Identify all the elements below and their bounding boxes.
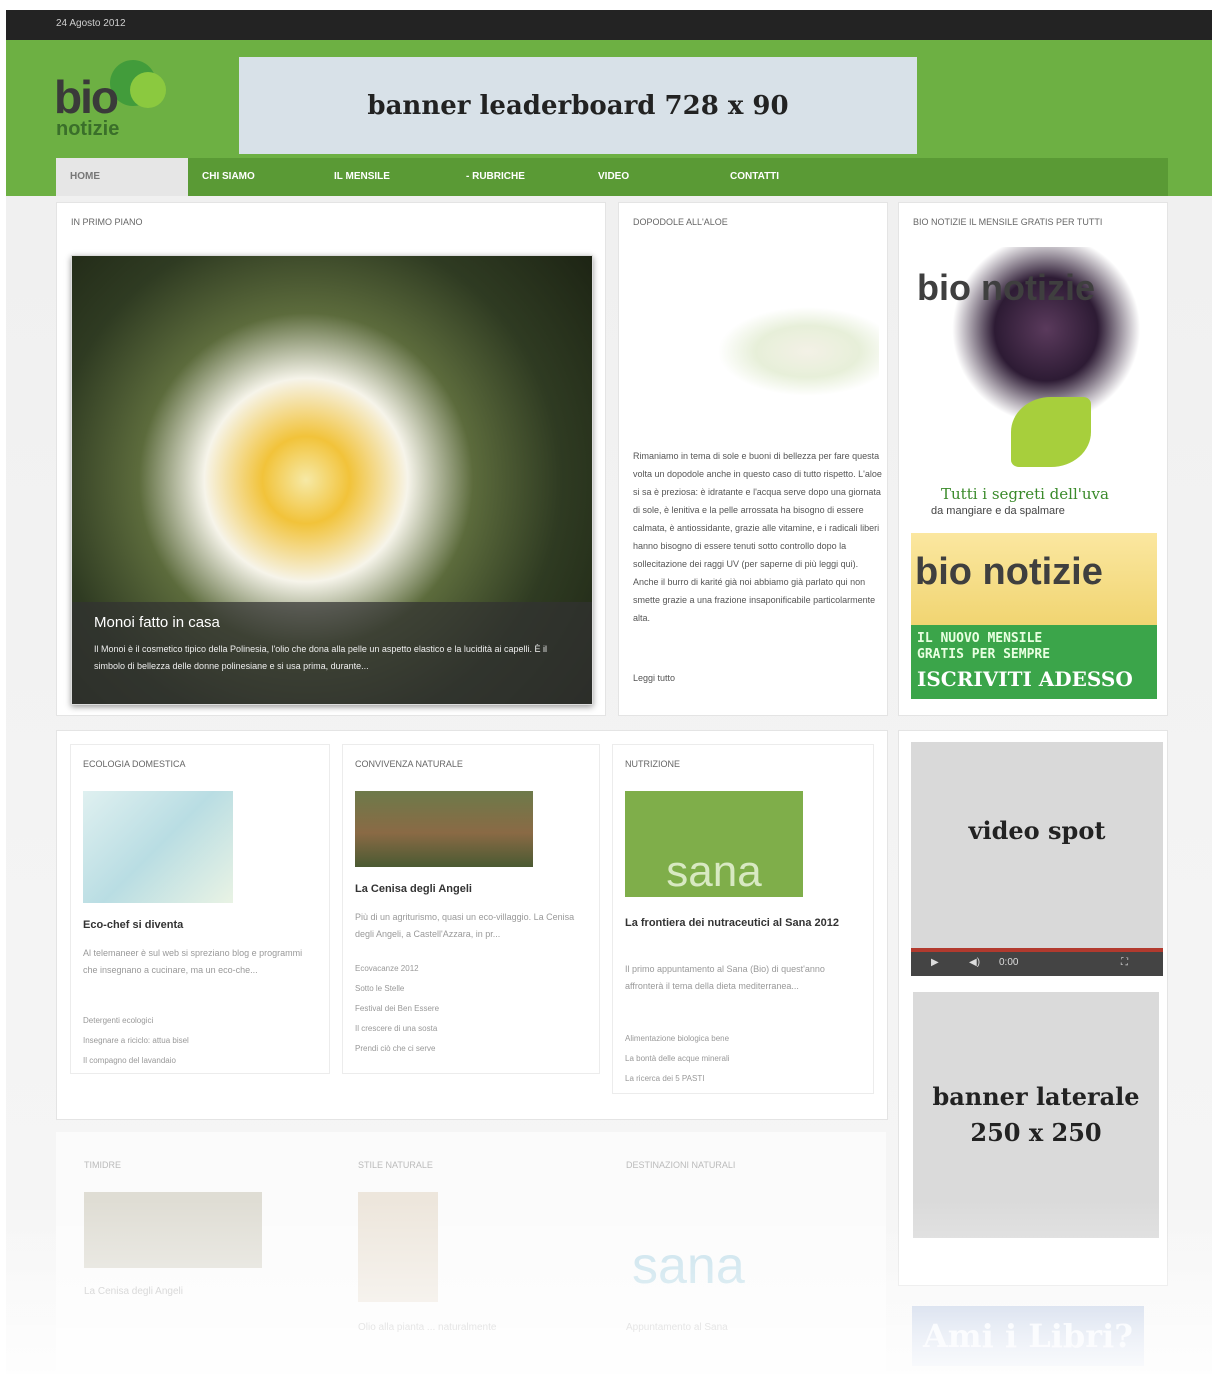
logo-bio-text: bio — [54, 71, 119, 123]
logo-notizie-text: notizie — [56, 118, 120, 140]
dopodole-title: DOPODOLE ALL'ALOE — [633, 217, 728, 227]
category-excerpt: Il primo appuntamento al Sana (Bio) di q… — [625, 964, 825, 991]
nav-item-il-mensile[interactable]: IL MENSILE — [320, 158, 452, 196]
subscribe-ad-band: IL NUOVO MENSILE GRATIS PER SEMPRE ISCRI… — [911, 625, 1157, 699]
volume-icon[interactable]: ◀) — [969, 957, 980, 968]
play-icon[interactable]: ▶ — [931, 957, 939, 968]
primo-piano-title: IN PRIMO PIANO — [71, 217, 143, 227]
subscribe-ad-line2: GRATIS PER SEMPRE — [917, 647, 1051, 662]
current-date: 24 Agosto 2012 — [56, 18, 126, 29]
category-excerpt: Al telemaneer è sul web si spreziano blo… — [83, 948, 303, 975]
top-bar: 24 Agosto 2012 — [6, 10, 1212, 40]
ami-i-libri-label: Ami i Libri? — [922, 1317, 1134, 1355]
nav-item-chi-siamo[interactable]: CHI SIAMO — [188, 158, 320, 196]
leaderboard-banner[interactable]: banner leaderboard 728 x 90 — [239, 57, 917, 154]
category-headline[interactable]: Olio alla pianta ... naturalmente — [358, 1322, 496, 1333]
category-title: ECOLOGIA DOMESTICA — [83, 759, 186, 769]
list-item[interactable]: Ecovacanze 2012 — [355, 959, 591, 979]
subscribe-ad-line1: IL NUOVO MENSILE — [917, 631, 1043, 646]
grapes-ad-subtitle: da mangiare e da spalmare — [931, 505, 1065, 517]
list-item[interactable]: Detergenti ecologici — [83, 1011, 319, 1031]
list-item[interactable]: Alimentazione biologica bene — [625, 1029, 861, 1049]
category-title: NUTRIZIONE — [625, 759, 680, 769]
primo-piano-panel: IN PRIMO PIANO Monoi fatto in casa Il Mo… — [56, 202, 606, 716]
feature-image[interactable]: Monoi fatto in casa Il Monoi è il cosmet… — [71, 255, 593, 705]
video-player[interactable]: video spot ▶ ◀) 0:00 ⛶ — [911, 742, 1163, 976]
category-box-convivenza: CONVIVENZA NATURALE La Cenisa degli Ange… — [342, 744, 600, 1074]
side-banner[interactable]: banner laterale 250 x 250 — [913, 992, 1159, 1238]
site-logo[interactable]: bio notizie — [54, 58, 174, 148]
logo-leaf-icon — [130, 72, 166, 108]
nav-item-rubriche[interactable]: - RUBRICHE — [452, 158, 584, 196]
list-item[interactable]: Prendi ciò che ci serve — [355, 1039, 591, 1059]
side-banner-label: banner laterale 250 x 250 — [932, 1079, 1139, 1151]
category-title: CONVIVENZA NATURALE — [355, 759, 463, 769]
side-banner-line2: 250 x 250 — [970, 1118, 1102, 1147]
side-banner-line1: banner laterale — [932, 1082, 1140, 1111]
category-excerpt: Più di un agriturismo, quasi un eco-vill… — [355, 912, 575, 939]
nav-item-contatti[interactable]: CONTATTI — [716, 158, 848, 196]
category-headline[interactable]: La Cenisa degli Angeli — [84, 1286, 183, 1297]
subscribe-cta[interactable]: ISCRIVITI ADESSO — [917, 667, 1151, 691]
category-box-nutrizione: NUTRIZIONE sana La frontiera dei nutrace… — [612, 744, 874, 1094]
category-thumbnail[interactable] — [355, 791, 533, 867]
category-box-ecologia: ECOLOGIA DOMESTICA Eco-chef si diventa A… — [70, 744, 330, 1074]
grapes-ad-brand: bio notizie — [917, 267, 1095, 308]
video-spot-label: video spot — [968, 816, 1106, 845]
main-nav: HOME CHI SIAMO IL MENSILE - RUBRICHE VID… — [56, 158, 1168, 196]
category-title: STILE NATURALE — [358, 1160, 433, 1170]
video-controls: ▶ ◀) 0:00 ⛶ — [911, 948, 1163, 976]
nav-item-video[interactable]: VIDEO — [584, 158, 716, 196]
grapes-ad[interactable]: bio notizie Tutti i segreti dell'uva da … — [911, 247, 1157, 521]
category-thumbnail[interactable] — [83, 791, 233, 903]
sidebar-title: BIO NOTIZIE IL MENSILE GRATIS PER TUTTI — [913, 217, 1103, 227]
read-more-link[interactable]: Leggi tutto — [633, 673, 675, 683]
sana-logo-text: sana — [666, 847, 762, 896]
ami-i-libri-banner[interactable]: Ami i Libri? — [912, 1306, 1144, 1366]
category-headline[interactable]: Eco-chef si diventa — [83, 919, 183, 931]
nav-item-home[interactable]: HOME — [56, 158, 188, 196]
subscribe-ad-brand: bio notizie — [915, 551, 1103, 593]
list-item[interactable]: Sotto le Stelle — [355, 979, 591, 999]
list-item[interactable]: Il compagno del lavandaio — [83, 1051, 319, 1071]
category-headline[interactable]: La frontiera dei nutraceutici al Sana 20… — [625, 915, 845, 932]
list-item[interactable]: La bontà delle acque minerali — [625, 1049, 861, 1069]
sidebar-panel: BIO NOTIZIE IL MENSILE GRATIS PER TUTTI … — [898, 202, 1168, 716]
category-thumbnail[interactable] — [84, 1192, 262, 1268]
feature-headline[interactable]: Monoi fatto in casa — [94, 614, 570, 631]
category-links: Ecovacanze 2012 Sotto le Stelle Festival… — [355, 959, 591, 1059]
category-links: Detergenti ecologici Insegnare a riciclo… — [83, 1011, 319, 1071]
category-title: TIMIDRE — [84, 1160, 121, 1170]
video-progress[interactable] — [911, 948, 1163, 952]
category-links: Alimentazione biologica bene La bontà de… — [625, 1029, 861, 1089]
leaderboard-banner-label: banner leaderboard 728 x 90 — [367, 90, 789, 121]
dopodole-text: Rimaniamo in tema di sole e buoni di bel… — [633, 451, 882, 623]
dopodole-panel: DOPODOLE ALL'ALOE Rimaniamo in tema di s… — [618, 202, 888, 716]
list-item[interactable]: Festival dei Ben Essere — [355, 999, 591, 1019]
aloe-image[interactable] — [641, 269, 879, 419]
feature-caption: Monoi fatto in casa Il Monoi è il cosmet… — [72, 602, 592, 704]
grapes-ad-tagline: Tutti i segreti dell'uva — [941, 485, 1109, 503]
grape-leaf-icon — [1011, 397, 1091, 467]
list-item[interactable]: La ricerca dei 5 PASTI — [625, 1069, 861, 1089]
category-title: DESTINAZIONI NATURALI — [626, 1160, 736, 1170]
fullscreen-icon[interactable]: ⛶ — [1121, 957, 1128, 968]
list-item[interactable]: Il crescere di una sosta — [355, 1019, 591, 1039]
list-item[interactable]: Insegnare a riciclo: attua bisel — [83, 1031, 319, 1051]
sana-logo-text: sana — [632, 1237, 745, 1295]
category-thumbnail[interactable] — [358, 1192, 438, 1302]
category-thumbnail[interactable]: sana — [625, 791, 803, 897]
category-headline[interactable]: La Cenisa degli Angeli — [355, 883, 472, 895]
category-headline[interactable]: Appuntamento al Sana — [626, 1322, 728, 1333]
video-time: 0:00 — [999, 957, 1019, 968]
feature-excerpt: Il Monoi è il cosmetico tipico della Pol… — [94, 644, 547, 671]
subscribe-ad[interactable]: bio notizie IL NUOVO MENSILE GRATIS PER … — [911, 533, 1157, 699]
